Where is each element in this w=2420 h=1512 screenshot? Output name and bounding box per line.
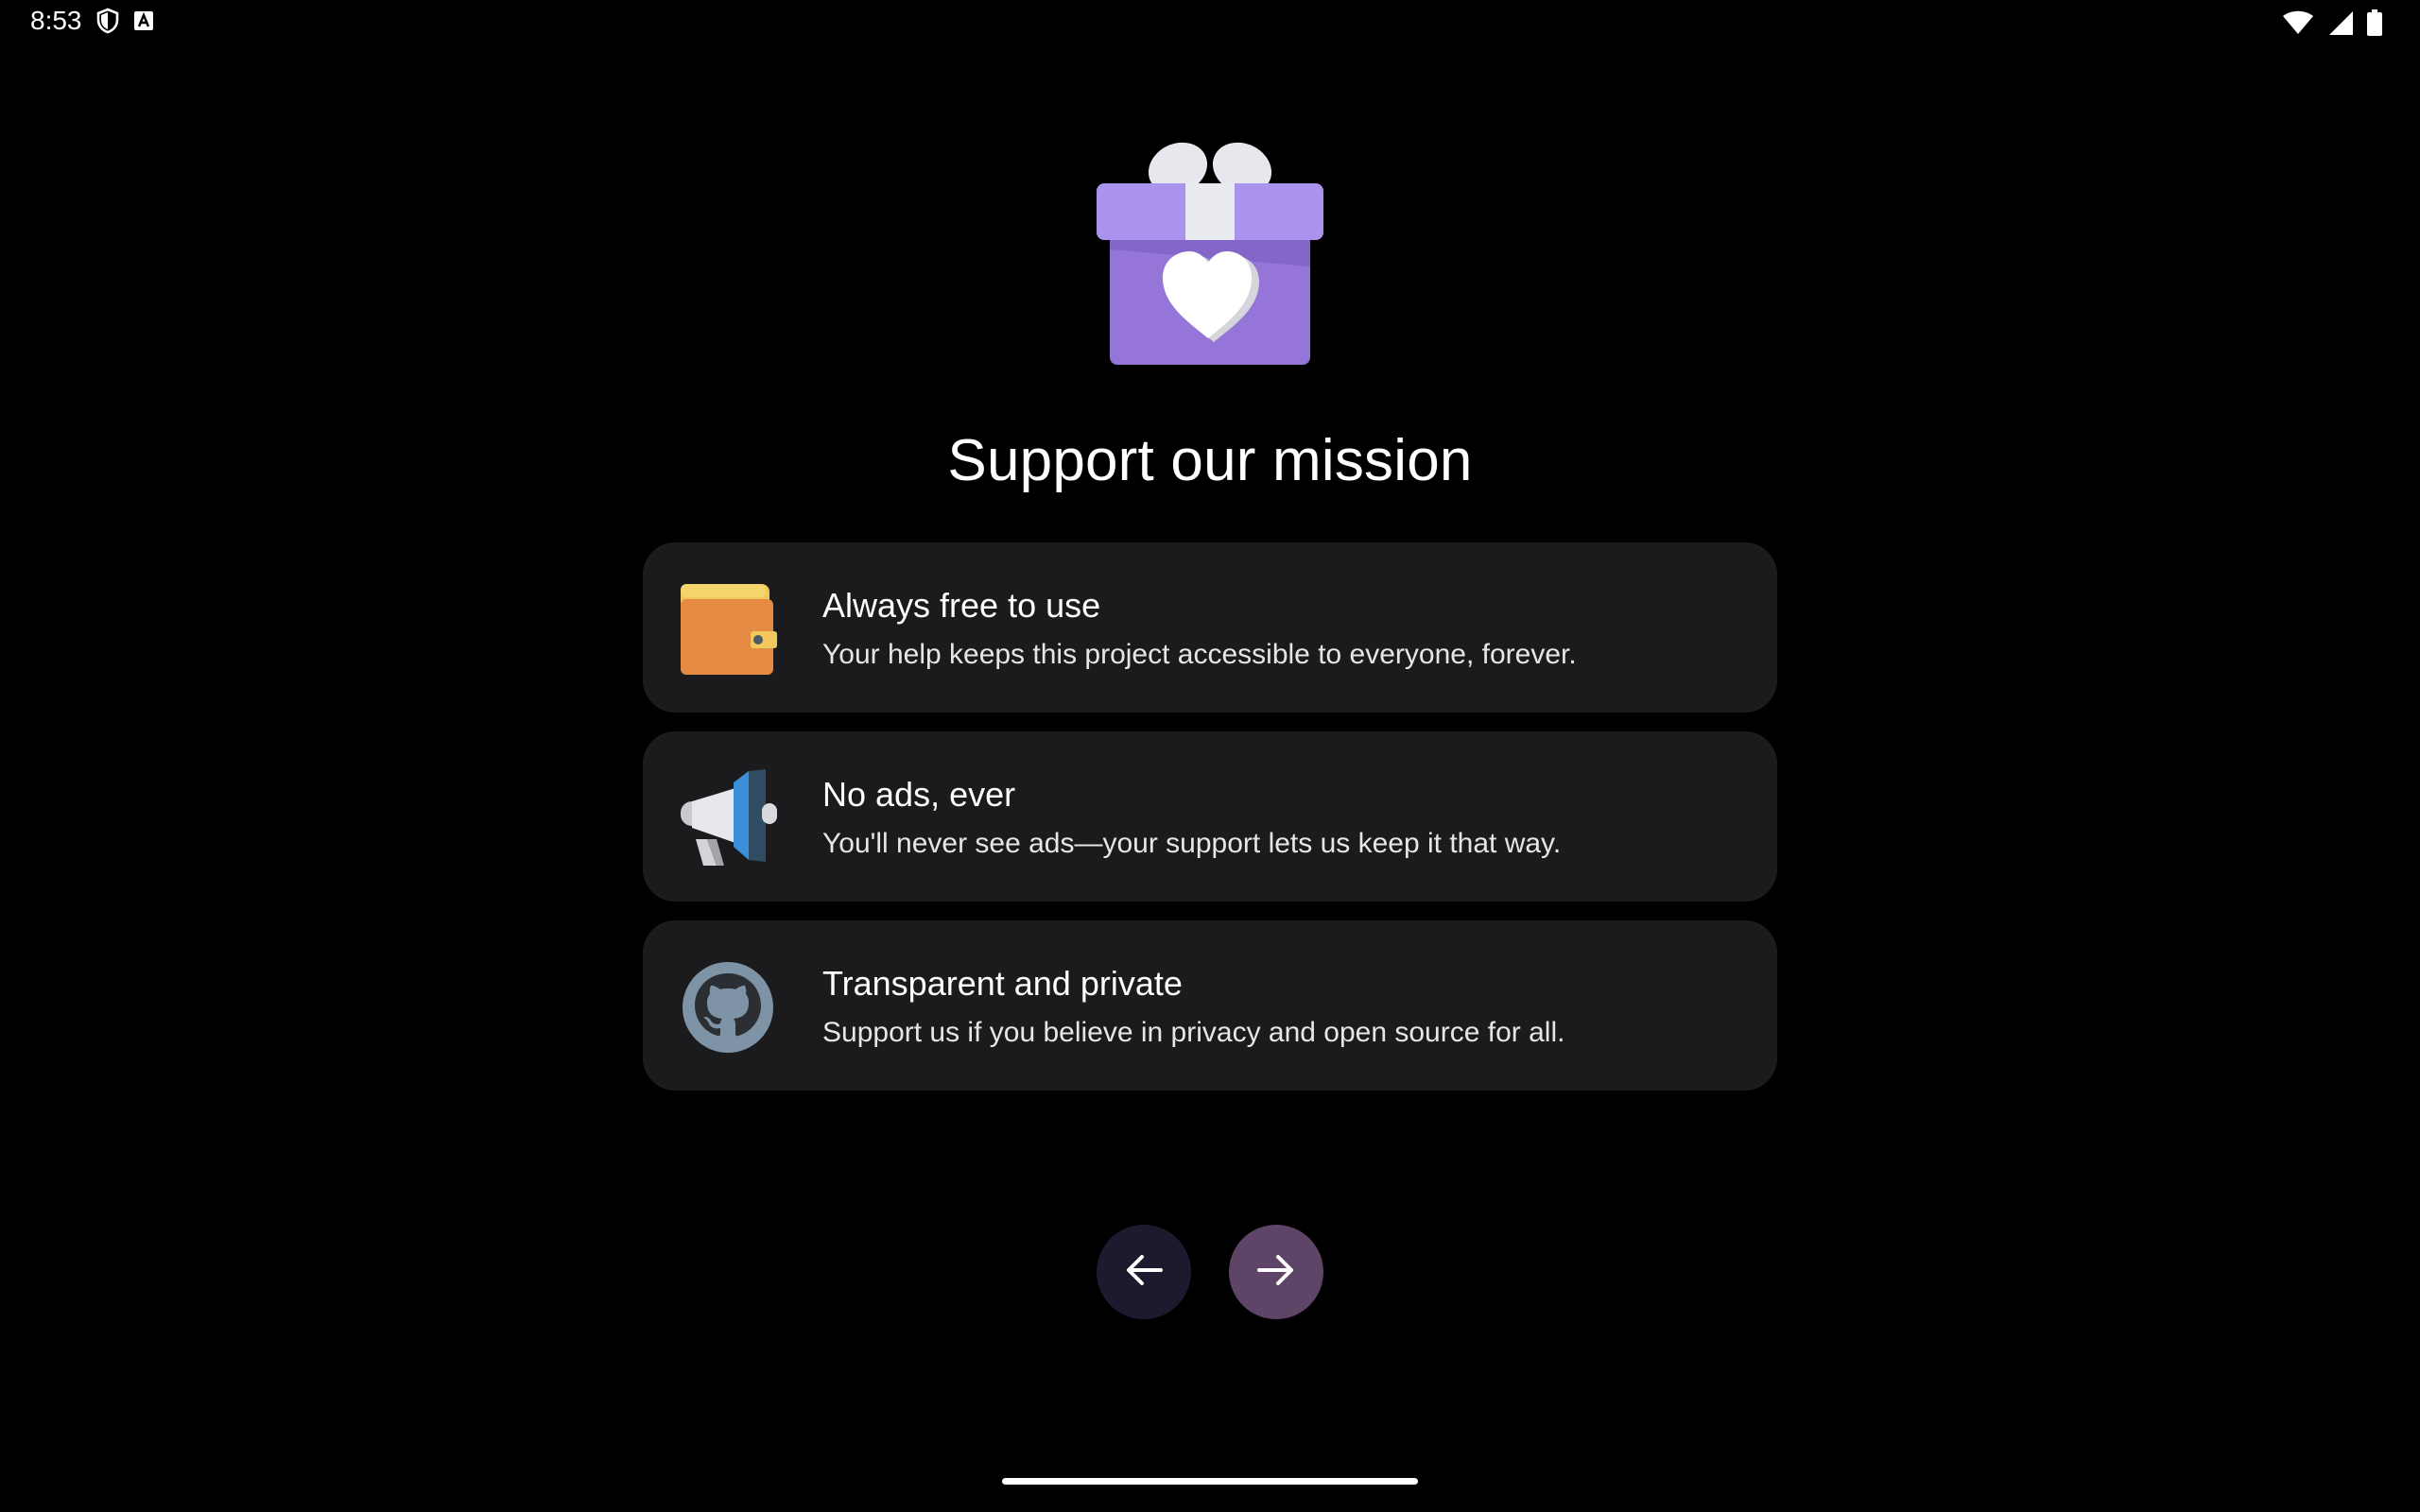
feature-card-transparent: Transparent and private Support us if yo… — [643, 920, 1777, 1091]
arrow-left-icon — [1123, 1249, 1165, 1296]
gift-icon — [1095, 140, 1325, 367]
feature-card-free: Always free to use Your help keeps this … — [643, 542, 1777, 713]
status-bar-left: 8:53 — [30, 6, 154, 36]
megaphone-icon — [679, 769, 777, 868]
feature-card-no-ads: No ads, ever You'll never see ads—your s… — [643, 731, 1777, 902]
shield-icon — [95, 8, 120, 34]
wifi-icon — [2282, 10, 2314, 35]
page-title: Support our mission — [947, 428, 1473, 493]
home-indicator[interactable] — [1002, 1478, 1418, 1485]
battery-icon — [2367, 9, 2382, 36]
feature-description: You'll never see ads—your support lets u… — [822, 828, 1562, 859]
back-button[interactable] — [1097, 1225, 1191, 1319]
arrow-right-icon — [1255, 1249, 1297, 1296]
feature-title: Transparent and private — [822, 964, 1183, 1003]
feature-description: Your help keeps this project accessible … — [822, 639, 1577, 670]
cell-signal-icon — [2327, 9, 2354, 36]
feature-title: Always free to use — [822, 586, 1101, 625]
onboarding-screen: 8:53 Support our mission Always free to … — [0, 0, 2420, 1512]
github-icon — [679, 958, 777, 1057]
next-button[interactable] — [1229, 1225, 1323, 1319]
status-time: 8:53 — [30, 6, 82, 35]
status-bar-right — [2282, 9, 2382, 36]
status-bar: 8:53 — [0, 0, 2420, 45]
font-a-icon — [133, 10, 154, 31]
feature-title: No ads, ever — [822, 775, 1016, 814]
feature-description: Support us if you believe in privacy and… — [822, 1017, 1565, 1048]
wallet-icon — [679, 580, 777, 679]
feature-list: Always free to use Your help keeps this … — [643, 542, 1777, 1109]
